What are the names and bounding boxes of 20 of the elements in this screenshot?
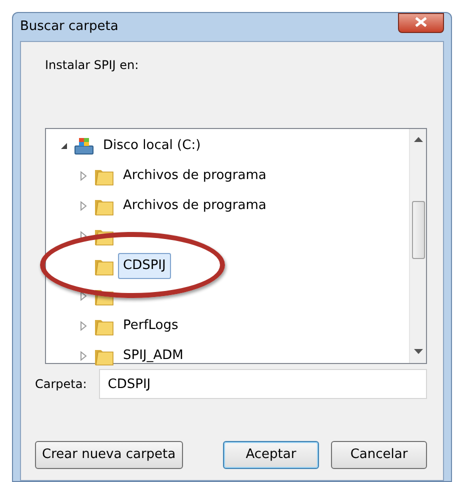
drive-icon	[74, 137, 94, 155]
tree-item[interactable]: Disco local (C:)	[98, 133, 206, 159]
instruction-text: Instalar SPIJ en:	[45, 57, 140, 74]
close-button[interactable]	[398, 13, 444, 33]
folder-input-field[interactable]: CDSPIJ	[98, 369, 427, 399]
window-title: Buscar carpeta	[20, 18, 118, 36]
tree-item[interactable]: Archivos de programa	[118, 163, 272, 189]
scroll-thumb[interactable]	[412, 201, 424, 259]
tree-item[interactable]: SPIJ_ADM	[118, 343, 188, 369]
close-icon	[415, 17, 427, 28]
scroll-down-icon[interactable]	[414, 349, 422, 355]
field-label: Carpeta:	[35, 376, 87, 393]
scrollbar[interactable]	[409, 129, 426, 363]
dialog-button[interactable]: Aceptar	[223, 441, 319, 469]
tree-item[interactable]: CDSPIJ	[118, 253, 171, 279]
scroll-up-icon[interactable]	[414, 137, 422, 143]
dialog-button[interactable]: Crear nueva carpeta	[35, 441, 183, 469]
dialog-button[interactable]: Cancelar	[331, 441, 427, 469]
tree-item[interactable]: Archivos de programa	[118, 193, 272, 219]
tree-item[interactable]: PerfLogs	[118, 313, 184, 339]
